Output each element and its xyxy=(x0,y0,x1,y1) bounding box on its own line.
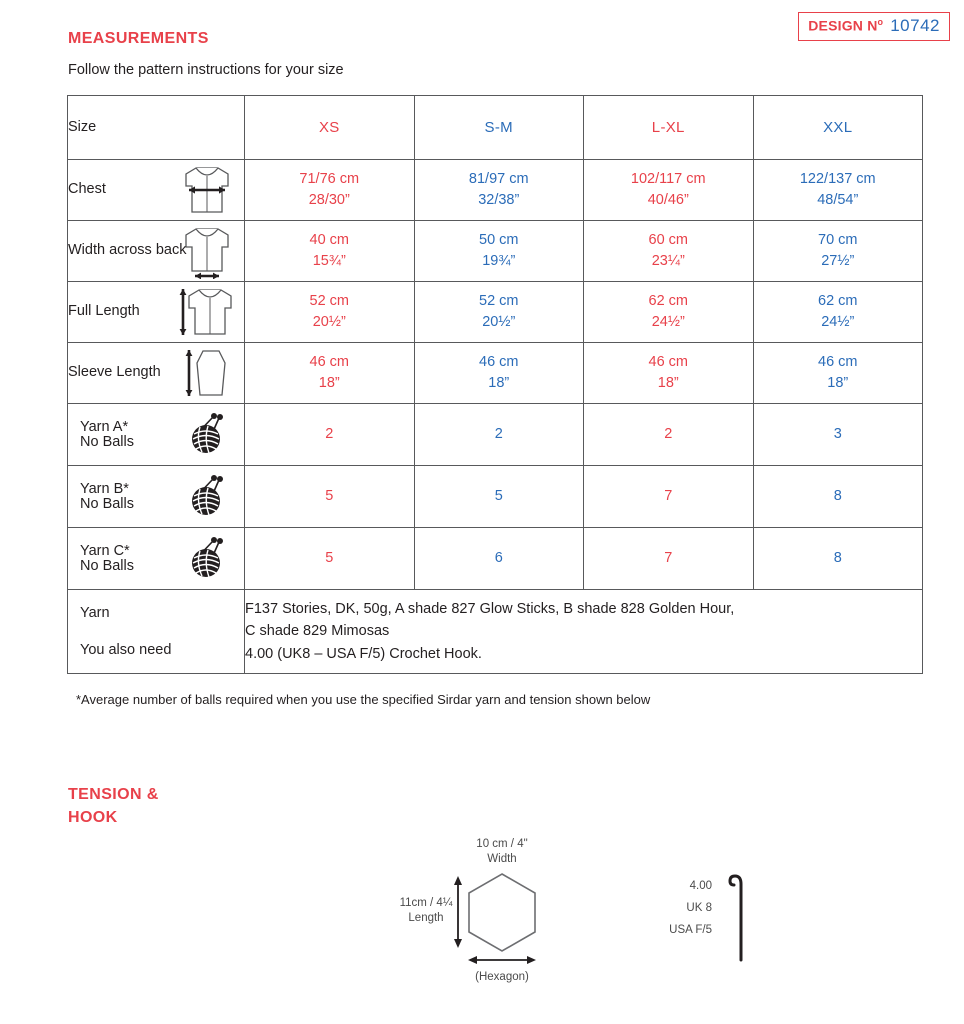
hook-size-metric-label: 4.00 xyxy=(690,880,712,892)
yarn-detail-line-1: F137 Stories, DK, 50g, A shade 827 Glow … xyxy=(245,600,735,617)
table-row-yarn-details: Yarn You also need F137 Stories, DK, 50g… xyxy=(67,589,923,674)
design-number-badge: DESIGN No 10742 xyxy=(798,12,950,41)
row-label-yarn-details: Yarn You also need xyxy=(67,589,245,674)
table-row: Sleeve Length 46 cm 18” 46 cm 18” 46 cm 18”… xyxy=(67,342,923,404)
row-label-yarn-a: Yarn A* No Balls xyxy=(67,403,245,466)
hook-icon xyxy=(728,874,743,962)
cell-chest-lxl: 102/117 cm 40/46” xyxy=(583,159,754,221)
cell-yarn-a-sm: 2 xyxy=(413,403,584,466)
yarn-detail-line-3: 4.00 (UK8 – USA F/5) Crochet Hook. xyxy=(245,645,482,662)
table-row: Yarn C* No Balls 5 6 7 8 xyxy=(67,527,923,590)
table-row: Full Length 52 cm 20½” 52 cm 20½” 62 cm 24½… xyxy=(67,281,923,343)
design-number-superscript: o xyxy=(877,17,884,28)
cell-yarn-a-xxl: 3 xyxy=(752,403,923,466)
row-label-full-length: Full Length xyxy=(67,281,245,343)
row-label-text: Width across back xyxy=(68,242,187,259)
cell-chest-xxl: 122/137 cm 48/54” xyxy=(752,159,923,221)
header-cell-size: Size xyxy=(67,95,245,160)
cell-chest-sm: 81/97 cm 32/38” xyxy=(413,159,584,221)
measurements-heading: MEASUREMENTS xyxy=(68,30,209,47)
row-label-text: Sleeve Length xyxy=(68,364,161,381)
cell-full-length-xs: 52 cm 20½” xyxy=(244,281,415,343)
header-cell-xxl: XXL xyxy=(752,95,923,160)
hexagon-length-label-line1: 11cm / 4¼ xyxy=(400,897,453,909)
cell-sleeve-lxl: 46 cm 18” xyxy=(583,342,754,404)
row-label-text-bottom: No Balls xyxy=(80,558,134,575)
cell-yarn-a-lxl: 2 xyxy=(583,403,754,466)
cell-yarn-b-xs: 5 xyxy=(244,465,415,528)
length-arrow-head-bottom xyxy=(454,939,462,948)
cell-full-length-lxl: 62 cm 24½” xyxy=(583,281,754,343)
cell-sleeve-xxl: 46 cm 18” xyxy=(752,342,923,404)
design-number-value: 10742 xyxy=(890,16,940,35)
header-label-size: Size xyxy=(68,118,97,135)
tension-hexagon-diagram: 10 cm / 4" Width 11cm / 4¼ Length (Hexag… xyxy=(350,832,610,987)
row-label-text-bottom: No Balls xyxy=(80,434,134,451)
hexagon-shape-label: (Hexagon) xyxy=(475,971,529,983)
row-label-text-top: Yarn xyxy=(80,605,110,621)
table-row: Width across back 40 cm 15¾” 50 cm 19¾” 60… xyxy=(67,220,923,282)
measurements-subtitle: Follow the pattern instructions for your… xyxy=(68,62,344,78)
cell-chest-xs: 71/76 cm 28/30” xyxy=(244,159,415,221)
cell-yarn-b-sm: 5 xyxy=(413,465,584,528)
row-label-text-bottom: No Balls xyxy=(80,496,134,513)
length-arrow-head-top xyxy=(454,876,462,885)
cell-yarn-c-lxl: 7 xyxy=(583,527,754,590)
cell-yarn-a-xs: 2 xyxy=(244,403,415,466)
row-label-text: Full Length xyxy=(68,303,140,320)
measurements-footnote: *Average number of balls required when y… xyxy=(76,692,651,707)
cell-full-length-sm: 52 cm 20½” xyxy=(413,281,584,343)
hexagon-length-label-line2: Length xyxy=(408,912,443,924)
table-row: Chest 71/76 cm 28/30” 81/97 cm 32/38” 102/… xyxy=(67,159,923,221)
width-arrow-head-right xyxy=(527,956,536,964)
yarn-ball-icon xyxy=(178,407,236,463)
cell-width-sm: 50 cm 19¾” xyxy=(413,220,584,282)
yarn-detail-line-2: C shade 829 Mimosas xyxy=(245,623,390,640)
yarn-ball-icon xyxy=(178,469,236,525)
garment-full-length-icon xyxy=(178,284,236,340)
row-label-text: Chest xyxy=(68,181,106,198)
table-header-row: Size XS S-M L-XL XXL xyxy=(67,95,923,160)
hook-size-uk-label: UK 8 xyxy=(686,902,712,914)
row-label-text-bottom: You also need xyxy=(80,642,172,659)
row-label-yarn-b: Yarn B* No Balls xyxy=(67,465,245,528)
cell-width-xxl: 70 cm 27½” xyxy=(752,220,923,282)
row-label-yarn-c: Yarn C* No Balls xyxy=(67,527,245,590)
measurements-table: Size XS S-M L-XL XXL Chest 71/76 cm 28/3… xyxy=(67,95,923,674)
cell-yarn-c-xxl: 8 xyxy=(752,527,923,590)
yarn-ball-icon xyxy=(178,531,236,587)
header-cell-xs: XS xyxy=(244,95,415,160)
yarn-details-cell: F137 Stories, DK, 50g, A shade 827 Glow … xyxy=(244,589,923,674)
tension-and-hook-heading: TENSION & HOOK xyxy=(68,786,159,827)
cell-yarn-c-sm: 6 xyxy=(413,527,584,590)
header-cell-sm: S-M xyxy=(413,95,584,160)
table-row: Yarn A* No Balls 2 2 2 3 xyxy=(67,403,923,466)
cell-yarn-b-xxl: 8 xyxy=(752,465,923,528)
header-cell-lxl: L-XL xyxy=(583,95,754,160)
cell-yarn-c-xs: 5 xyxy=(244,527,415,590)
cell-sleeve-sm: 46 cm 18” xyxy=(413,342,584,404)
hexagon-width-label-line1: 10 cm / 4" xyxy=(476,838,527,850)
row-label-chest: Chest xyxy=(67,159,245,221)
cell-sleeve-xs: 46 cm 18” xyxy=(244,342,415,404)
table-row: Yarn B* No Balls 5 5 7 8 xyxy=(67,465,923,528)
cell-full-length-xxl: 62 cm 24½” xyxy=(752,281,923,343)
hexagon-shape xyxy=(468,873,536,952)
row-label-width-across-back: Width across back xyxy=(67,220,245,282)
sleeve-icon xyxy=(178,345,236,401)
garment-chest-icon xyxy=(178,162,236,218)
hexagon-width-label-line2: Width xyxy=(487,853,516,865)
cell-yarn-b-lxl: 7 xyxy=(583,465,754,528)
hook-size-usa-label: USA F/5 xyxy=(669,924,712,936)
width-arrow-head-left xyxy=(468,956,477,964)
row-label-sleeve-length: Sleeve Length xyxy=(67,342,245,404)
crochet-hook-diagram: 4.00 UK 8 USA F/5 xyxy=(660,868,780,968)
cell-width-xs: 40 cm 15¾” xyxy=(244,220,415,282)
design-number-label: DESIGN No xyxy=(808,17,884,34)
garment-width-back-icon xyxy=(178,223,236,279)
cell-width-lxl: 60 cm 23¼” xyxy=(583,220,754,282)
